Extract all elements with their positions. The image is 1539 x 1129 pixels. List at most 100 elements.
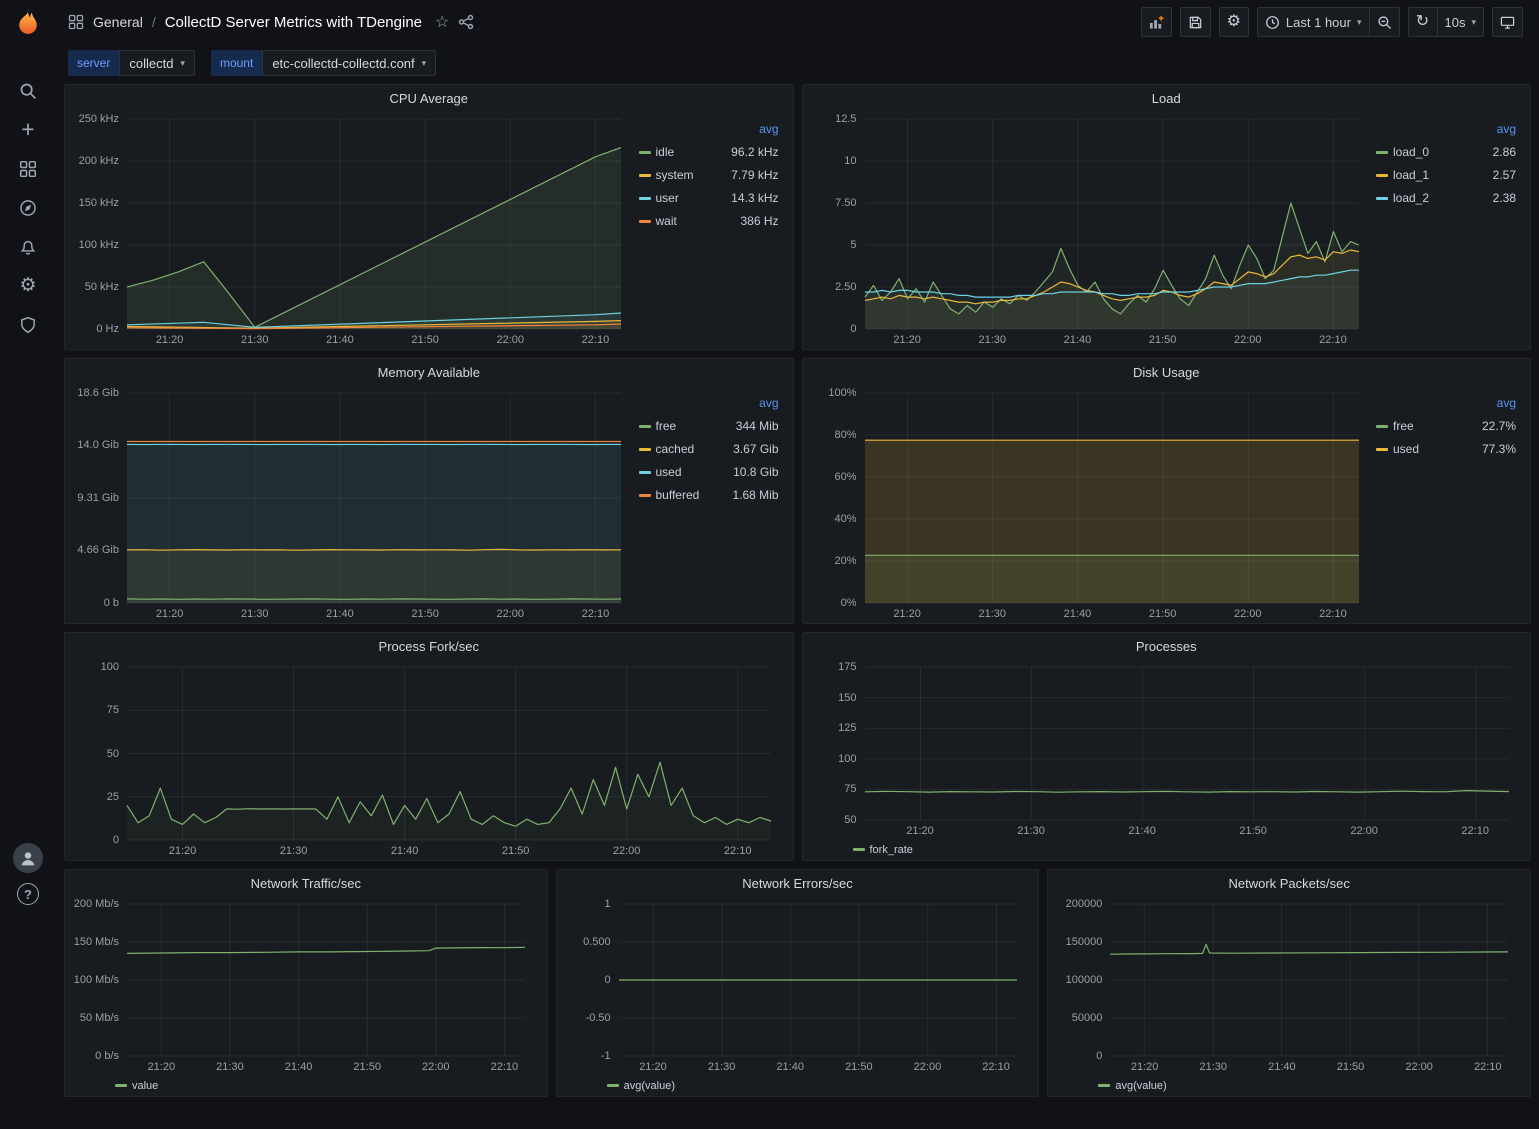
add-panel-button[interactable] [1141, 7, 1172, 37]
legend-series-name[interactable]: system [656, 163, 711, 186]
panel-title-text: Network Errors/sec [742, 876, 853, 891]
x-axis-label: 21:50 [1149, 334, 1177, 346]
legend-avg-header[interactable]: avg [1446, 391, 1516, 414]
chart-memory-available[interactable]: 0 b4.66 Gib9.31 Gib14.0 Gib18.6 Gib21:20… [73, 385, 635, 621]
legend-series-value: 386 Hz [710, 209, 778, 232]
chart-canvas[interactable] [811, 111, 1373, 347]
legend-series-value: 7.79 kHz [710, 163, 778, 186]
y-axis-label: 0 b/s [73, 1050, 119, 1062]
x-axis-label: 21:40 [326, 608, 354, 620]
panel-title-load[interactable]: Load [803, 85, 1531, 111]
legend-avg-header[interactable]: avg [1468, 117, 1516, 140]
chart-processes[interactable]: 507510012515017521:2021:3021:4021:5022:0… [811, 659, 1523, 838]
y-axis-label: 100 Mb/s [73, 974, 119, 986]
chart-cpu-average[interactable]: 0 Hz50 kHz100 kHz150 kHz200 kHz250 kHz21… [73, 111, 635, 347]
y-axis-label: 0 [73, 834, 119, 846]
legend-series-value: 344 Mib [715, 414, 778, 437]
legend-network-errors: avg(value) [565, 1074, 1031, 1094]
chart-network-traffic[interactable]: 0 b/s50 Mb/s100 Mb/s150 Mb/s200 Mb/s21:2… [73, 896, 539, 1074]
legend-series-name[interactable]: load_1 [1393, 163, 1468, 186]
refresh-interval-picker[interactable]: 10s ▾ [1438, 7, 1485, 37]
panel-title-network-packets[interactable]: Network Packets/sec [1048, 870, 1530, 896]
help-icon[interactable]: ? [17, 883, 39, 905]
legend-series-name[interactable]: used [1393, 437, 1446, 460]
dashboard-title[interactable]: CollectD Server Metrics with TDengine [165, 14, 422, 31]
legend-series-name[interactable]: buffered [656, 483, 716, 506]
chart-network-packets[interactable]: 05000010000015000020000021:2021:3021:402… [1056, 896, 1522, 1074]
time-range-picker[interactable]: Last 1 hour ▾ [1257, 7, 1370, 37]
search-icon[interactable] [8, 71, 48, 110]
chart-canvas[interactable] [811, 659, 1523, 838]
chart-canvas[interactable] [811, 385, 1373, 621]
variable-mount-dropdown[interactable]: etc-collectd-collectd.conf ▾ [262, 50, 436, 76]
y-axis-label: 100% [811, 387, 857, 399]
breadcrumb-folder[interactable]: General [93, 14, 143, 30]
x-axis-label: 22:00 [497, 334, 525, 346]
legend-memory-available: avgfree344 Mibcached3.67 Gibused10.8 Gib… [635, 385, 785, 621]
star-favorite-icon[interactable]: ☆ [435, 12, 449, 32]
user-avatar[interactable] [13, 843, 43, 873]
save-dashboard-button[interactable] [1180, 7, 1211, 37]
panel-title-memory-available[interactable]: Memory Available [65, 359, 793, 385]
panel-title-network-traffic[interactable]: Network Traffic/sec [65, 870, 547, 896]
chart-canvas[interactable] [73, 111, 635, 347]
chart-load[interactable]: 02.5057.501012.521:2021:3021:4021:5022:0… [811, 111, 1373, 347]
variable-server: server collectd ▾ [68, 50, 195, 76]
legend-row: cached3.67 Gib [639, 437, 779, 460]
variable-server-dropdown[interactable]: collectd ▾ [119, 50, 195, 76]
alerting-bell-icon[interactable] [8, 227, 48, 266]
x-axis-label: 21:50 [502, 845, 530, 857]
variable-filters: server collectd ▾ mount etc-collectd-col… [56, 44, 1539, 82]
legend-item[interactable]: avg(value) [607, 1080, 675, 1092]
legend-series-name[interactable]: user [656, 186, 711, 209]
legend-item[interactable]: fork_rate [853, 844, 913, 856]
chart-canvas[interactable] [565, 896, 1031, 1074]
share-icon[interactable] [458, 14, 474, 30]
x-axis-label: 21:30 [708, 1061, 736, 1073]
zoom-out-button[interactable] [1370, 7, 1400, 37]
dashboards-icon[interactable] [8, 149, 48, 188]
create-plus-icon[interactable]: + [8, 110, 48, 149]
chart-canvas[interactable] [73, 659, 785, 858]
legend-item[interactable]: avg(value) [1098, 1080, 1166, 1092]
panel-title-disk-usage[interactable]: Disk Usage [803, 359, 1531, 385]
variable-mount-label: mount [211, 50, 262, 76]
legend-series-name[interactable]: cached [656, 437, 716, 460]
chart-disk-usage[interactable]: 0%20%40%60%80%100%21:2021:3021:4021:5022… [811, 385, 1373, 621]
grafana-logo-icon[interactable] [13, 7, 43, 37]
chart-canvas[interactable] [1056, 896, 1522, 1074]
chart-canvas[interactable] [73, 385, 635, 621]
cycle-view-mode-button[interactable] [1492, 7, 1523, 37]
panel-title-network-errors[interactable]: Network Errors/sec [557, 870, 1039, 896]
legend-item[interactable]: value [115, 1080, 158, 1092]
legend-avg-header[interactable]: avg [710, 117, 778, 140]
chart-network-errors[interactable]: -1-0.5000.500121:2021:3021:4021:5022:002… [565, 896, 1031, 1074]
chart-process-fork[interactable]: 025507510021:2021:3021:4021:5022:0022:10 [73, 659, 785, 858]
refresh-button[interactable]: ↻ [1408, 7, 1438, 37]
configuration-gear-icon[interactable]: ⚙ [8, 266, 48, 305]
legend-series-name: value [132, 1080, 158, 1092]
time-range-label: Last 1 hour [1286, 15, 1351, 30]
y-axis-label: 0% [811, 597, 857, 609]
legend-row: free344 Mib [639, 414, 779, 437]
series-color-swatch [1376, 174, 1388, 177]
chart-canvas[interactable] [73, 896, 539, 1074]
panel-title-process-fork[interactable]: Process Fork/sec [65, 633, 793, 659]
panel-title-processes[interactable]: Processes [803, 633, 1531, 659]
explore-compass-icon[interactable] [8, 188, 48, 227]
panel-title-cpu-average[interactable]: CPU Average [65, 85, 793, 111]
legend-series-name[interactable]: used [656, 460, 716, 483]
legend-avg-header[interactable]: avg [715, 391, 778, 414]
legend-series-name[interactable]: free [656, 414, 716, 437]
legend-series-name[interactable]: free [1393, 414, 1446, 437]
legend-series-name[interactable]: load_0 [1393, 140, 1468, 163]
legend-series-value: 22.7% [1446, 414, 1516, 437]
legend-series-name[interactable]: wait [656, 209, 711, 232]
series-color-swatch [853, 848, 865, 851]
legend-series-name[interactable]: load_2 [1393, 186, 1468, 209]
legend-series-name[interactable]: idle [656, 140, 711, 163]
dashboard-settings-button[interactable]: ⚙ [1219, 7, 1249, 37]
series-color-swatch [115, 1084, 127, 1087]
server-admin-shield-icon[interactable] [8, 305, 48, 344]
legend-series-name: avg(value) [1115, 1080, 1166, 1092]
